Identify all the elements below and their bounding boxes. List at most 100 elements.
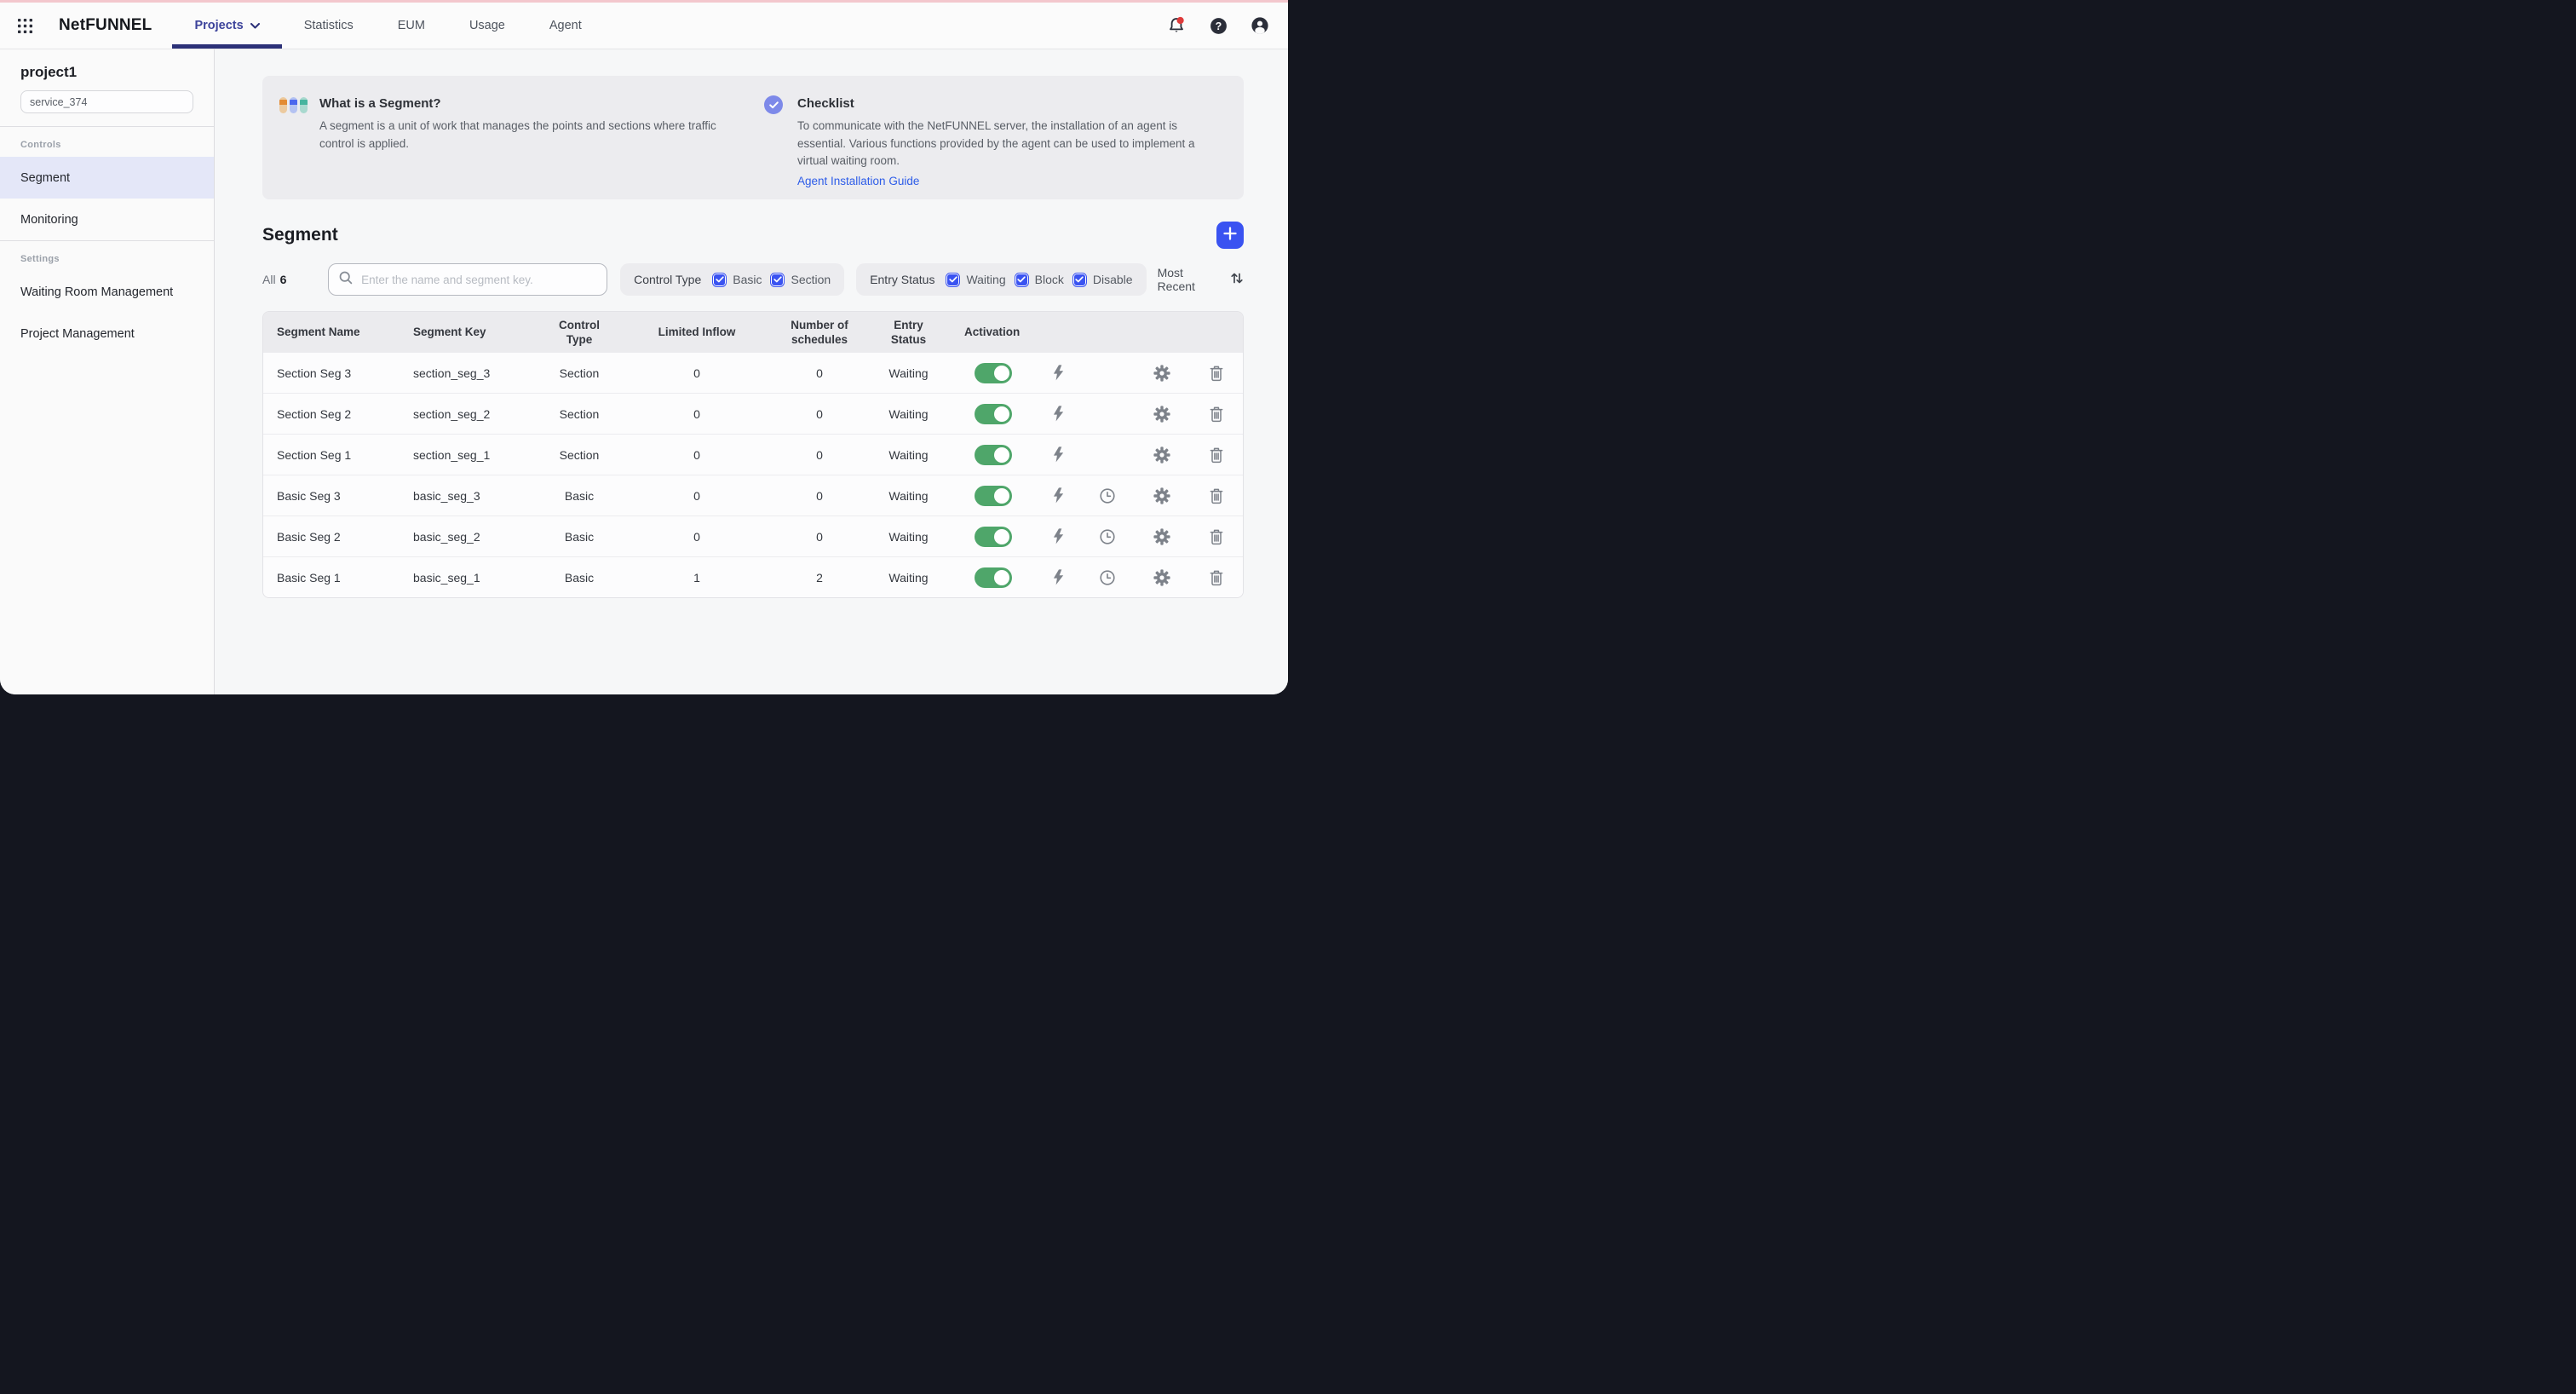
segment-name-cell: Section Seg 2 bbox=[277, 406, 352, 421]
filter-checkbox-waiting[interactable]: Waiting bbox=[946, 272, 1006, 287]
column-header: Limited Inflow bbox=[658, 325, 736, 338]
filter-checkbox-disable[interactable]: Disable bbox=[1072, 272, 1133, 287]
segment-name-cell: Section Seg 1 bbox=[277, 447, 352, 462]
banner-body: To communicate with the NetFUNNEL server… bbox=[797, 119, 1195, 167]
settings-gear-icon[interactable] bbox=[1153, 446, 1170, 464]
schedule-clock-icon[interactable] bbox=[1099, 569, 1116, 586]
entry-status-filter: Entry Status Waiting Block Disable bbox=[856, 263, 1147, 296]
bolt-icon[interactable] bbox=[1053, 569, 1064, 585]
schedules-cell: 0 bbox=[816, 529, 823, 544]
sidebar-item-monitoring[interactable]: Monitoring bbox=[0, 199, 214, 240]
delete-trash-icon[interactable] bbox=[1209, 406, 1224, 423]
schedule-clock-icon[interactable] bbox=[1099, 528, 1116, 545]
segment-table: Segment Name Segment Key Control Type Li… bbox=[262, 311, 1244, 598]
bolt-icon[interactable] bbox=[1053, 446, 1064, 463]
help-icon[interactable]: ? bbox=[1210, 17, 1228, 35]
banner-what-is-segment: What is a Segment? A segment is a unit o… bbox=[279, 95, 764, 199]
plus-icon bbox=[1223, 226, 1237, 245]
activation-toggle[interactable] bbox=[975, 403, 1012, 424]
delete-trash-icon[interactable] bbox=[1209, 365, 1224, 382]
delete-trash-icon[interactable] bbox=[1209, 569, 1224, 586]
add-segment-button[interactable] bbox=[1216, 222, 1244, 249]
segment-key-cell: basic_seg_3 bbox=[413, 488, 480, 503]
column-header: Segment Key bbox=[413, 325, 486, 338]
settings-gear-icon[interactable] bbox=[1153, 487, 1170, 504]
delete-trash-icon[interactable] bbox=[1209, 487, 1224, 504]
segment-search-box bbox=[328, 263, 608, 296]
table-row: Basic Seg 2 basic_seg_2 Basic 0 0 Waitin… bbox=[263, 516, 1243, 556]
table-row: Section Seg 3 section_seg_3 Section 0 0 … bbox=[263, 352, 1243, 393]
limited-inflow-cell: 0 bbox=[693, 488, 700, 503]
sort-arrows-icon bbox=[1230, 272, 1244, 287]
sidebar-item-project-management[interactable]: Project Management bbox=[0, 313, 214, 354]
project-name: project1 bbox=[20, 64, 78, 80]
app-window: NetFUNNEL Projects Statistics EUM Usage … bbox=[0, 0, 1288, 694]
top-navigation-bar: NetFUNNEL Projects Statistics EUM Usage … bbox=[0, 3, 1288, 49]
service-selector[interactable]: service_374 bbox=[20, 90, 193, 113]
activation-toggle[interactable] bbox=[975, 444, 1012, 465]
control-type-cell: Basic bbox=[564, 529, 595, 544]
settings-gear-icon[interactable] bbox=[1153, 568, 1170, 586]
bolt-icon[interactable] bbox=[1053, 365, 1064, 381]
settings-gear-icon[interactable] bbox=[1153, 405, 1170, 423]
segment-count: All 6 bbox=[262, 273, 287, 286]
schedules-cell: 0 bbox=[816, 406, 823, 421]
row-actions bbox=[949, 353, 1243, 393]
info-banner: What is a Segment? A segment is a unit o… bbox=[262, 76, 1244, 199]
row-actions bbox=[949, 394, 1243, 434]
banner-body: A segment is a unit of work that manages… bbox=[319, 119, 716, 150]
filter-checkbox-block[interactable]: Block bbox=[1014, 272, 1064, 287]
limited-inflow-cell: 1 bbox=[693, 570, 700, 585]
segment-key-cell: section_seg_2 bbox=[413, 406, 491, 421]
segment-pills-icon bbox=[279, 97, 308, 199]
column-header: Activation bbox=[964, 325, 1021, 338]
nav-item-agent[interactable]: Agent bbox=[527, 3, 604, 49]
nav-item-eum[interactable]: EUM bbox=[376, 3, 447, 49]
schedule-clock-icon[interactable] bbox=[1099, 487, 1116, 504]
search-input[interactable] bbox=[359, 272, 597, 287]
filter-checkbox-section[interactable]: Section bbox=[770, 272, 831, 287]
table-row: Basic Seg 1 basic_seg_1 Basic 1 2 Waitin… bbox=[263, 556, 1243, 597]
agent-installation-guide-link[interactable]: Agent Installation Guide bbox=[797, 175, 919, 187]
sidebar-item-segment[interactable]: Segment bbox=[0, 157, 214, 199]
table-row: Basic Seg 3 basic_seg_3 Basic 0 0 Waitin… bbox=[263, 475, 1243, 516]
bolt-icon[interactable] bbox=[1053, 528, 1064, 544]
filter-checkbox-basic[interactable]: Basic bbox=[712, 272, 762, 287]
delete-trash-icon[interactable] bbox=[1209, 528, 1224, 545]
control-type-cell: Section bbox=[559, 406, 600, 421]
search-icon bbox=[339, 271, 353, 289]
segment-name-cell: Basic Seg 1 bbox=[277, 570, 341, 585]
checkbox-checked-icon bbox=[770, 272, 785, 287]
control-type-filter: Control Type Basic Section bbox=[620, 263, 845, 296]
nav-item-projects[interactable]: Projects bbox=[172, 3, 282, 49]
limited-inflow-cell: 0 bbox=[693, 366, 700, 380]
activation-toggle[interactable] bbox=[975, 526, 1012, 547]
notification-bell-icon[interactable] bbox=[1166, 15, 1187, 36]
banner-checklist: Checklist To communicate with the NetFUN… bbox=[764, 95, 1223, 199]
sort-most-recent[interactable]: Most Recent bbox=[1158, 266, 1244, 293]
row-actions bbox=[949, 475, 1243, 516]
banner-title: Checklist bbox=[797, 96, 854, 111]
settings-gear-icon[interactable] bbox=[1153, 527, 1170, 545]
segment-name-cell: Basic Seg 2 bbox=[277, 529, 341, 544]
checkbox-checked-icon bbox=[1072, 272, 1087, 287]
bolt-icon[interactable] bbox=[1053, 487, 1064, 504]
activation-toggle[interactable] bbox=[975, 567, 1012, 588]
delete-trash-icon[interactable] bbox=[1209, 446, 1224, 464]
checkbox-checked-icon bbox=[1014, 272, 1029, 287]
row-actions bbox=[949, 557, 1243, 597]
bolt-icon[interactable] bbox=[1053, 406, 1064, 422]
activation-toggle[interactable] bbox=[975, 362, 1012, 383]
sidebar-group-label: Controls bbox=[20, 140, 61, 150]
activation-toggle[interactable] bbox=[975, 485, 1012, 506]
app-launcher-grid-icon[interactable] bbox=[18, 18, 32, 33]
account-avatar-icon[interactable] bbox=[1251, 16, 1269, 35]
segment-name-cell: Section Seg 3 bbox=[277, 366, 352, 380]
row-actions bbox=[949, 435, 1243, 475]
nav-item-usage[interactable]: Usage bbox=[447, 3, 527, 49]
column-header: Number of schedules bbox=[791, 318, 848, 346]
sidebar-item-waiting-room-management[interactable]: Waiting Room Management bbox=[0, 271, 214, 313]
settings-gear-icon[interactable] bbox=[1153, 364, 1170, 382]
sidebar: project1 service_374 Controls Segment Mo… bbox=[0, 49, 215, 694]
nav-item-statistics[interactable]: Statistics bbox=[282, 3, 376, 49]
